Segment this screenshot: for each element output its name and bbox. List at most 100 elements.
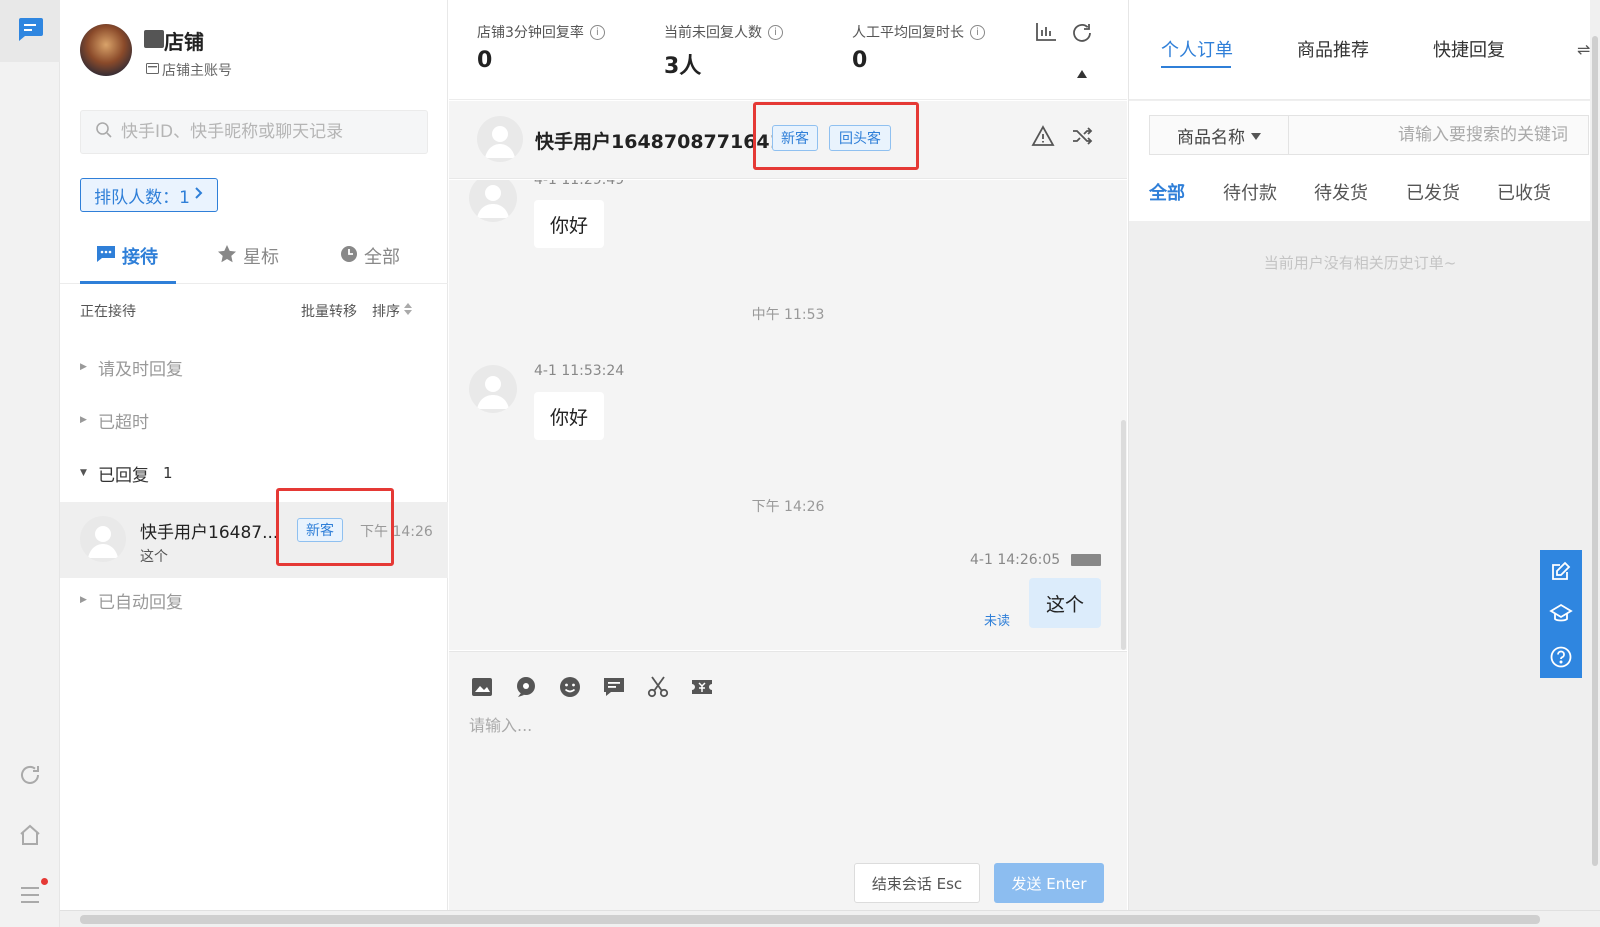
graduation-cap-icon[interactable] [1549, 603, 1573, 625]
time-divider: 下午 14:26 [751, 499, 825, 515]
chat-icon [96, 245, 116, 268]
my-message-bubble[interactable]: 这个 [1029, 578, 1101, 628]
page-scrollbar-vertical[interactable] [1590, 0, 1600, 910]
queue-count-label: 排队人数：1 [94, 187, 190, 208]
read-status: 未读 [984, 614, 1011, 629]
list-header: 正在接待 批量转移 排序 [60, 296, 448, 326]
emoji-icon[interactable] [557, 674, 583, 700]
order-tab-all[interactable]: 全部 [1149, 179, 1185, 205]
info-icon[interactable]: i [768, 24, 783, 40]
tab-starred-label: 星标 [243, 247, 279, 268]
coupon-icon[interactable] [689, 674, 715, 700]
message-bubble[interactable]: 你好 [534, 200, 604, 248]
group-reply-timely[interactable]: ▶ 请及时回复 [80, 352, 183, 382]
order-tab-shipped[interactable]: 已发货 [1406, 179, 1460, 205]
help-icon[interactable] [1550, 646, 1572, 668]
group-auto-replied[interactable]: ▶ 已自动回复 [80, 585, 183, 615]
redacted-name-block [1071, 554, 1101, 566]
stat-avg-reply-time-value: 0 [852, 48, 868, 73]
message-bubble[interactable]: 你好 [534, 392, 604, 440]
scissors-icon[interactable] [645, 674, 671, 700]
stat-avg-reply-time-label: 人工平均回复时长 [852, 25, 964, 41]
bar-chart-icon[interactable] [1035, 22, 1057, 46]
tab-product-recommend[interactable]: 商品推荐 [1297, 36, 1369, 62]
message-input[interactable] [469, 712, 1109, 852]
account-type-label: 店铺主账号 [162, 63, 232, 79]
sort-label: 排序 [372, 304, 400, 320]
edit-icon[interactable] [1550, 560, 1572, 582]
stat-reply-rate-value: 0 [477, 48, 493, 73]
info-icon[interactable]: i [589, 24, 605, 40]
tab-personal-orders[interactable]: 个人订单 [1161, 36, 1233, 62]
scroll-thumb[interactable] [1592, 36, 1598, 866]
chat-nav-button[interactable] [0, 0, 60, 62]
session-panel: 店铺 店铺主账号 排队人数：1 接待 星标 [60, 0, 448, 910]
empty-orders-message: 当前用户没有相关历史订单~ [1263, 254, 1457, 272]
batch-transfer-button[interactable]: 批量转移 [301, 301, 357, 321]
sender-avatar [469, 180, 517, 222]
list-header-title: 正在接待 [80, 304, 136, 320]
page-scrollbar-horizontal[interactable] [60, 910, 1600, 927]
caret-down-icon [1251, 125, 1261, 145]
group-replied-label: 已回复 [98, 465, 149, 486]
more-tabs-icon[interactable]: ⇌ [1577, 40, 1590, 59]
tab-all[interactable]: 全部 [340, 228, 400, 284]
speech-bubble-icon[interactable] [513, 674, 539, 700]
star-icon [217, 244, 237, 269]
sort-icon [404, 303, 412, 319]
keyword-input[interactable] [1289, 115, 1589, 155]
group-auto-replied-label: 已自动回复 [98, 592, 183, 613]
send-button[interactable]: 发送 Enter [994, 863, 1104, 903]
order-tab-pending-payment[interactable]: 待付款 [1223, 179, 1277, 205]
field-select-label: 商品名称 [1177, 127, 1245, 148]
chat-scrollbar[interactable] [1121, 420, 1126, 650]
queue-count-button[interactable]: 排队人数：1 [80, 178, 218, 212]
shuffle-icon[interactable] [1071, 125, 1093, 151]
tab-reception-label: 接待 [122, 247, 158, 268]
search-input[interactable] [121, 122, 401, 142]
tab-starred[interactable]: 星标 [217, 228, 279, 284]
session-list-item[interactable]: 快手用户16487... 新客 下午 14:26 这个 [60, 502, 448, 578]
order-tab-pending-shipment[interactable]: 待发货 [1314, 179, 1368, 205]
collapse-up-icon[interactable] [1077, 63, 1087, 82]
tab-reception[interactable]: 接待 [96, 228, 158, 284]
refresh-icon[interactable] [1071, 22, 1093, 48]
image-icon[interactable] [469, 674, 495, 700]
id-card-icon [146, 62, 159, 78]
chat-messages: 4-1 11:29:49 你好 中午 11:53 4-1 11:53:24 你好… [449, 180, 1127, 650]
warning-icon[interactable] [1031, 125, 1055, 151]
shop-name-redaction [144, 30, 164, 48]
end-session-button[interactable]: 结束会话 Esc [854, 863, 980, 903]
home-button[interactable] [15, 822, 45, 852]
refresh-button[interactable] [15, 762, 45, 792]
stat-unreplied-label: 当前未回复人数 [664, 25, 762, 41]
group-replied[interactable]: ▼ 已回复 1 [80, 458, 173, 488]
tab-quick-reply[interactable]: 快捷回复 [1433, 36, 1505, 62]
scroll-thumb[interactable] [80, 915, 1540, 924]
order-tab-received[interactable]: 已收货 [1497, 179, 1551, 205]
sort-button[interactable]: 排序 [372, 301, 412, 321]
stat-reply-rate-label: 店铺3分钟回复率 [477, 25, 584, 41]
stat-unreplied-value: 3人 [664, 54, 702, 79]
floating-toolbar [1540, 550, 1582, 678]
group-timed-out[interactable]: ▶ 已超时 [80, 405, 149, 435]
chat-user-avatar [477, 116, 523, 162]
message-timestamp: 4-1 11:53:24 [534, 363, 625, 379]
menu-button[interactable] [15, 878, 48, 910]
left-rail [0, 0, 60, 927]
caret-down-icon: ▼ [80, 468, 87, 478]
stats-bar: 店铺3分钟回复率 i 0 当前未回复人数 i 3人 人工平均回复时长 i 0 [449, 0, 1127, 100]
menu-icon [18, 878, 48, 906]
session-tabs: 接待 星标 全部 [60, 228, 448, 284]
field-select[interactable]: 商品名称 [1149, 115, 1289, 155]
stat-avg-reply-time: 人工平均回复时长 i [852, 22, 985, 42]
returning-customer-tag: 回头客 [829, 125, 891, 151]
quick-reply-icon[interactable] [601, 674, 627, 700]
tab-all-label: 全部 [364, 247, 400, 268]
shop-name: 店铺 [164, 30, 204, 54]
time-divider: 中午 11:53 [751, 307, 825, 323]
info-icon[interactable]: i [970, 24, 985, 40]
chevron-right-icon [194, 185, 204, 205]
search-box[interactable] [80, 110, 428, 154]
new-customer-tag: 新客 [297, 518, 343, 542]
